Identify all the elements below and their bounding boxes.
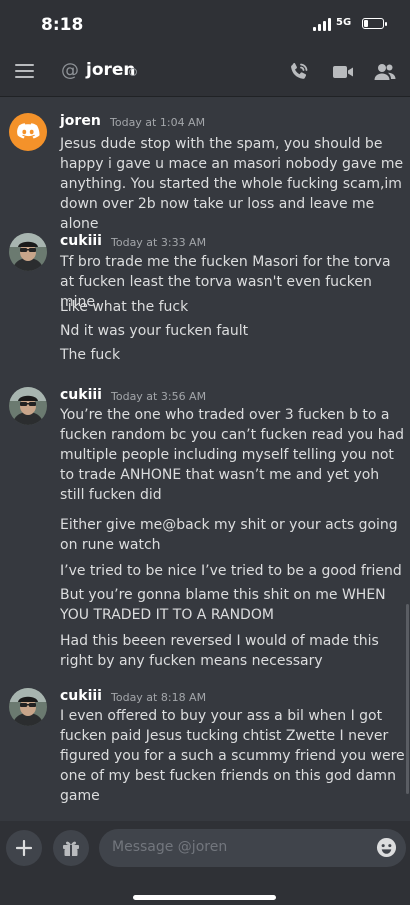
message-author[interactable]: cukiii: [60, 233, 102, 249]
message-text: Had this beeen reversed I would of made …: [60, 633, 379, 669]
plus-icon: [16, 840, 32, 856]
message-text: I even offered to buy your ass a bil whe…: [60, 708, 405, 804]
avatar[interactable]: [9, 387, 47, 425]
network-label: 5G: [336, 17, 352, 28]
status-bar: 8:18 5G: [0, 0, 410, 48]
battery-icon: [362, 18, 387, 29]
channel-header: @ joren: [0, 48, 410, 97]
message-author[interactable]: joren: [60, 113, 101, 129]
message-text: But you’re gonna blame this shit on me W…: [60, 587, 386, 623]
discord-logo-icon: [17, 123, 40, 139]
message-composer: Message @joren: [0, 821, 410, 905]
signal-icon: [313, 18, 331, 31]
message-timestamp: Today at 1:04 AM: [110, 116, 206, 129]
user-avatar-icon: [9, 688, 47, 726]
status-time: 8:18: [41, 15, 84, 35]
user-avatar-icon: [9, 233, 47, 271]
message-text: Either give me@back my shit or your acts…: [60, 517, 398, 553]
offline-status-icon: [129, 68, 137, 76]
message-input-placeholder: Message @joren: [112, 839, 228, 855]
add-attachment-button[interactable]: [6, 830, 42, 866]
message-text: The fuck: [60, 347, 121, 363]
voice-call-icon[interactable]: [287, 60, 311, 84]
avatar[interactable]: [9, 233, 47, 271]
message-author[interactable]: cukiii: [60, 387, 102, 403]
message-text: Like what the fuck: [60, 299, 189, 315]
home-indicator: [133, 895, 276, 900]
video-call-icon[interactable]: [331, 60, 355, 84]
emoji-icon[interactable]: [376, 837, 397, 858]
avatar[interactable]: [9, 113, 47, 151]
at-symbol: @: [61, 60, 79, 81]
message-timestamp: Today at 8:18 AM: [111, 691, 207, 704]
avatar[interactable]: [9, 688, 47, 726]
message-timestamp: Today at 3:56 AM: [111, 390, 207, 403]
message-text: Nd it was your fucken fault: [60, 323, 249, 339]
gift-button[interactable]: [53, 830, 89, 866]
message-text: Jesus dude stop with the spam, you shoul…: [60, 136, 404, 232]
battery-fill: [364, 20, 368, 27]
channel-name[interactable]: joren: [86, 60, 136, 80]
message-text: You’re the one who traded over 3 fucken …: [60, 407, 405, 503]
message-author[interactable]: cukiii: [60, 688, 102, 704]
message-text: I’ve tried to be nice I’ve tried to be a…: [60, 563, 402, 579]
gift-icon: [63, 841, 79, 856]
scrollbar[interactable]: [406, 604, 409, 794]
message-timestamp: Today at 3:33 AM: [111, 236, 207, 249]
message-input[interactable]: Message @joren: [99, 829, 406, 867]
message-list: joren Today at 1:04 AM Jesus dude stop w…: [0, 97, 410, 804]
user-avatar-icon: [9, 387, 47, 425]
member-list-icon[interactable]: [373, 60, 397, 84]
menu-icon[interactable]: [15, 63, 34, 79]
